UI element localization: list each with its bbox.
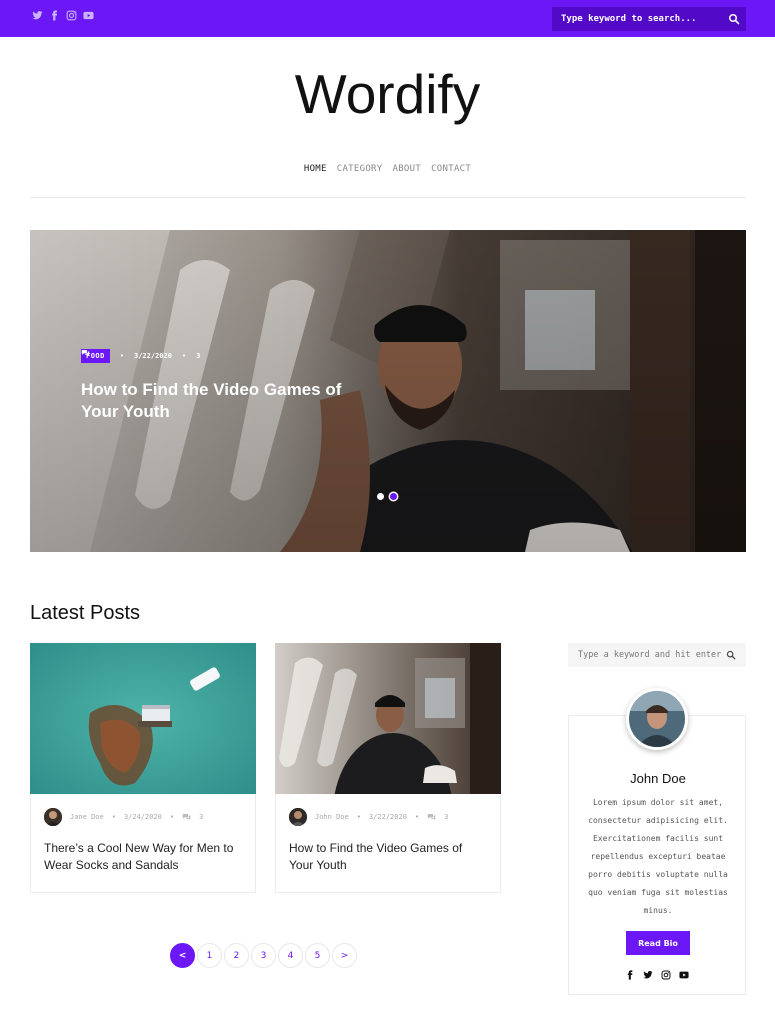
post-date: 3/24/2020	[123, 813, 162, 821]
hero-comments: 3	[196, 352, 201, 360]
post-card[interactable]: John Doe • 3/22/2020 • 3 How to Find the…	[275, 643, 501, 893]
youtube-icon[interactable]	[679, 970, 689, 980]
slider-dots	[377, 493, 397, 500]
post-image[interactable]	[30, 643, 256, 794]
author-photo	[626, 688, 688, 750]
hero-title[interactable]: How to Find the Video Games of Your Yout…	[81, 379, 371, 423]
post-image[interactable]	[275, 643, 501, 794]
social-links	[32, 10, 94, 21]
divider	[30, 197, 746, 198]
sidebar-search-input[interactable]	[568, 643, 728, 667]
comment-icon	[427, 814, 436, 820]
nav-about[interactable]: ABOUT	[393, 164, 422, 174]
avatar[interactable]	[44, 808, 62, 826]
hero-date: 3/22/2020	[134, 352, 172, 360]
header-search-input[interactable]	[552, 7, 722, 31]
pagination-page-4[interactable]: 4	[278, 943, 303, 968]
pagination-page-3[interactable]: 3	[251, 943, 276, 968]
post-meta: Jane Doe • 3/24/2020 • 3	[44, 808, 203, 826]
hero-slider[interactable]: FOOD • 3/22/2020 • 3 How to Find the Vid…	[30, 230, 746, 552]
nav-contact[interactable]: CONTACT	[431, 164, 471, 174]
header-search	[552, 7, 746, 31]
post-date: 3/22/2020	[368, 813, 407, 821]
twitter-icon[interactable]	[32, 10, 43, 21]
post-meta: John Doe • 3/22/2020 • 3	[289, 808, 448, 826]
post-card[interactable]: Jane Doe • 3/24/2020 • 3 There’s a Cool …	[30, 643, 256, 893]
main-nav: HOME CATEGORY ABOUT CONTACT	[0, 164, 775, 174]
instagram-icon[interactable]	[66, 10, 77, 21]
post-title[interactable]: How to Find the Video Games of Your Yout…	[289, 840, 489, 874]
nav-category[interactable]: CATEGORY	[337, 164, 383, 174]
site-logo[interactable]: Wordify	[0, 62, 775, 126]
sidebar-search	[568, 643, 746, 667]
post-comments: 3	[444, 813, 449, 821]
hero-meta: FOOD • 3/22/2020 • 3	[81, 349, 200, 363]
slider-dot[interactable]	[377, 493, 384, 500]
pagination-page-1[interactable]: 1	[197, 943, 222, 968]
search-icon[interactable]	[728, 13, 740, 25]
pagination: < 1 2 3 4 5 >	[170, 943, 357, 968]
facebook-icon[interactable]	[625, 970, 635, 980]
latest-posts-heading: Latest Posts	[30, 602, 141, 624]
slider-dot-active[interactable]	[390, 493, 397, 500]
meta-separator: •	[119, 352, 124, 360]
post-comments: 3	[199, 813, 204, 821]
pagination-page-5[interactable]: 5	[305, 943, 330, 968]
meta-separator: •	[111, 813, 116, 821]
bio-social-links	[625, 970, 689, 980]
nav-home[interactable]: HOME	[304, 164, 327, 174]
facebook-icon[interactable]	[49, 10, 60, 21]
youtube-icon[interactable]	[83, 10, 94, 21]
avatar[interactable]	[289, 808, 307, 826]
meta-separator: •	[414, 813, 420, 821]
twitter-icon[interactable]	[643, 970, 653, 980]
pagination-prev[interactable]: <	[170, 943, 195, 968]
author-bio-card: John Doe Lorem ipsum dolor sit amet, con…	[568, 688, 746, 995]
post-title[interactable]: There’s a Cool New Way for Men to Wear S…	[44, 840, 244, 874]
comment-icon	[81, 350, 90, 356]
author-name: John Doe	[630, 771, 686, 786]
instagram-icon[interactable]	[661, 970, 671, 980]
pagination-next[interactable]: >	[332, 943, 357, 968]
read-bio-button[interactable]: Read Bio	[626, 931, 690, 955]
top-bar	[0, 0, 775, 37]
meta-separator: •	[356, 813, 361, 821]
comment-icon	[182, 814, 191, 820]
meta-separator: •	[181, 352, 187, 360]
author-bio-text: Lorem ipsum dolor sit amet, consectetur …	[588, 798, 728, 915]
post-author[interactable]: Jane Doe	[70, 813, 104, 821]
post-author[interactable]: John Doe	[315, 813, 349, 821]
meta-separator: •	[169, 813, 175, 821]
search-icon[interactable]	[726, 650, 736, 660]
pagination-page-2[interactable]: 2	[224, 943, 249, 968]
